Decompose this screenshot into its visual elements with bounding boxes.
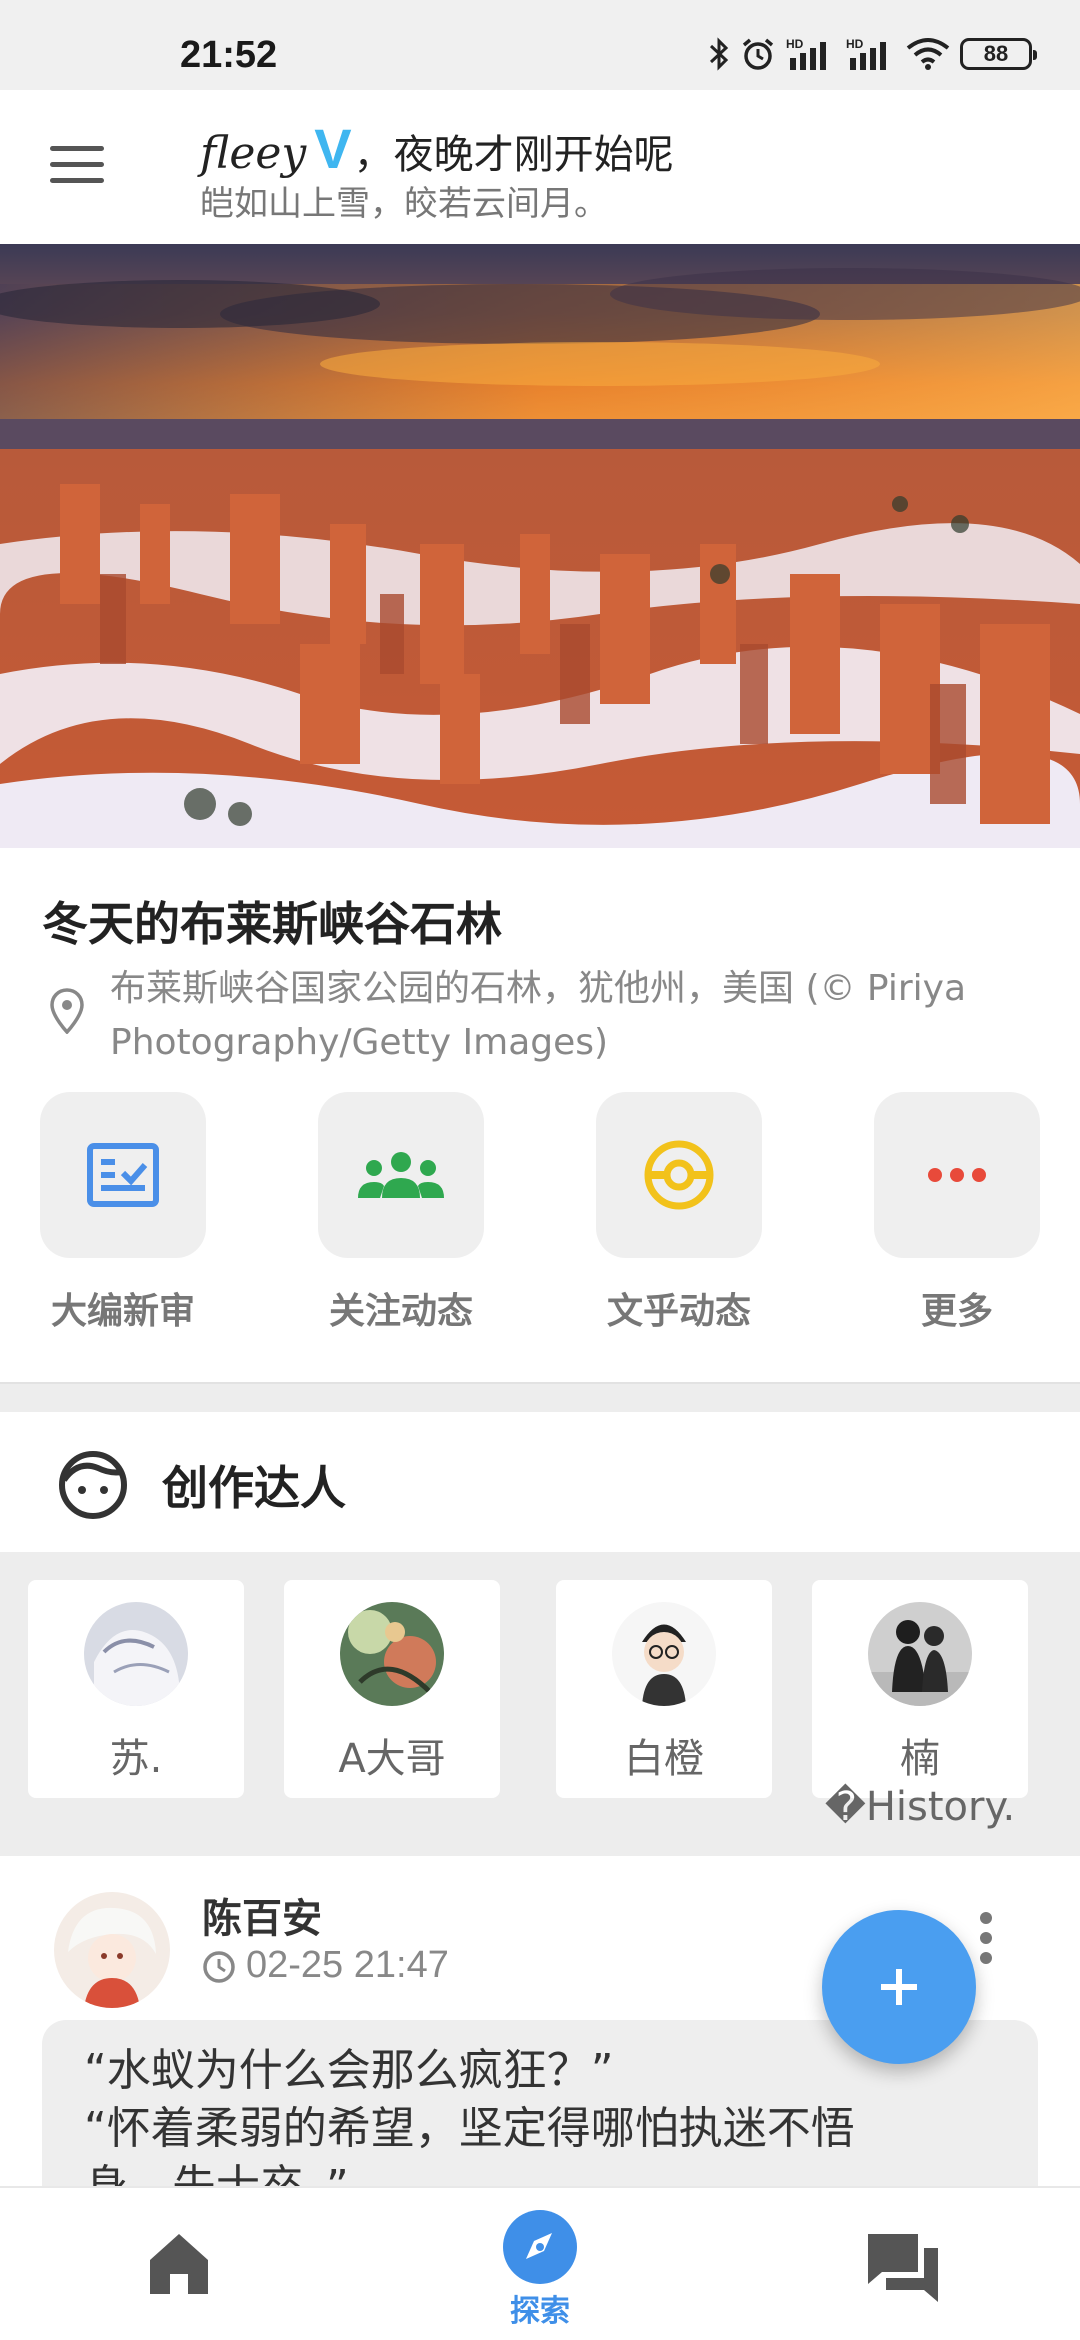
clock-icon bbox=[203, 1951, 235, 1983]
quick-action-label: 更多 bbox=[920, 1291, 993, 1332]
app-header: fleey V ，夜晚才刚开始呢 皑如山上雪，皎若云间月。 bbox=[0, 90, 1080, 244]
svg-text:HD: HD bbox=[846, 37, 864, 51]
quick-action-review[interactable]: 大编新审 bbox=[40, 1092, 206, 1334]
more-dots-icon bbox=[928, 1168, 986, 1182]
bottom-nav: 探索 bbox=[0, 2186, 1080, 2340]
add-post-button[interactable] bbox=[822, 1910, 976, 2064]
quick-action-label: 大编新审 bbox=[50, 1291, 195, 1332]
quick-action-tile[interactable] bbox=[874, 1092, 1040, 1258]
quick-action-wenhu[interactable]: 文乎动态 bbox=[596, 1092, 762, 1334]
hero-image[interactable] bbox=[0, 244, 1080, 848]
compass-icon bbox=[503, 2210, 577, 2284]
status-bar: 21:52 HD HD 88 bbox=[0, 0, 1080, 90]
svg-text:HD: HD bbox=[786, 37, 804, 51]
quick-action-label: 关注动态 bbox=[328, 1291, 473, 1332]
creators-section: 创作达人 苏. A大哥 白橙 楠�History. bbox=[0, 1412, 1080, 1830]
chat-icon bbox=[866, 2234, 938, 2302]
quick-action-tile[interactable] bbox=[318, 1092, 484, 1258]
quick-action-tile[interactable] bbox=[596, 1092, 762, 1258]
battery-icon: 88 bbox=[960, 38, 1037, 70]
nav-home[interactable] bbox=[144, 2228, 214, 2298]
greeting-text: ，夜晚才刚开始呢 bbox=[353, 132, 674, 178]
creators-list: 苏. A大哥 白橙 楠�History. bbox=[0, 1552, 1080, 1830]
creator-name: 苏. bbox=[109, 1736, 163, 1782]
hero-title: 冬天的布莱斯峡谷石林 bbox=[42, 897, 502, 951]
home-icon bbox=[150, 2234, 208, 2294]
quick-action-more[interactable]: 更多 bbox=[874, 1092, 1040, 1334]
post-author[interactable]: 陈百安 bbox=[202, 1886, 322, 1944]
motto: 皑如山上雪，皎若云间月。 bbox=[200, 184, 608, 224]
signal-hd-icon: HD bbox=[786, 37, 826, 70]
creator-name: 楠�History. bbox=[824, 1736, 1016, 1830]
screen: 21:52 HD HD 88 fleey V ，夜晚才刚开始呢 皑如山上雪，皎若… bbox=[0, 0, 1080, 2340]
group-icon bbox=[358, 1152, 444, 1198]
creators-title: 创作达人 bbox=[162, 1461, 346, 1515]
creator-card[interactable]: 白橙 bbox=[556, 1580, 772, 1798]
bluetooth-icon bbox=[709, 37, 729, 71]
avatar bbox=[84, 1602, 188, 1706]
quick-action-label: 文乎动态 bbox=[606, 1291, 751, 1332]
creators-header[interactable]: 创作达人 bbox=[0, 1412, 1080, 1552]
avatar bbox=[868, 1602, 972, 1706]
creator-name: 白橙 bbox=[624, 1736, 704, 1782]
featured-card: 冬天的布莱斯峡谷石林 布莱斯峡谷国家公园的石林，犹他州，美国 (© Piriya… bbox=[0, 848, 1080, 1384]
brand-name: fleey bbox=[200, 128, 307, 179]
more-options-icon[interactable] bbox=[978, 1912, 994, 1972]
avatar bbox=[612, 1602, 716, 1706]
battery-level: 88 bbox=[983, 41, 1009, 66]
quick-action-tile[interactable] bbox=[40, 1092, 206, 1258]
plus-icon bbox=[881, 1969, 917, 2005]
greeting: fleey V ，夜晚才刚开始呢 bbox=[200, 116, 674, 181]
pokeball-icon bbox=[644, 1140, 714, 1210]
menu-icon[interactable] bbox=[50, 146, 104, 186]
nav-explore-label: 探索 bbox=[510, 2294, 570, 2329]
avatar bbox=[340, 1602, 444, 1706]
nav-explore[interactable]: 探索 bbox=[500, 2210, 580, 2330]
quick-action-following[interactable]: 关注动态 bbox=[318, 1092, 484, 1334]
review-checklist-icon bbox=[87, 1143, 159, 1207]
post-line: “怀着柔弱的希望，坚定得哪怕执迷不悟 bbox=[84, 2103, 855, 2154]
signal-hd-icon: HD bbox=[846, 37, 886, 70]
face-icon bbox=[59, 1451, 127, 1519]
status-time: 21:52 bbox=[180, 34, 278, 76]
wifi-icon bbox=[906, 38, 950, 70]
creator-card[interactable]: 苏. bbox=[28, 1580, 244, 1798]
nav-messages[interactable] bbox=[862, 2228, 942, 2304]
status-icons: HD HD 88 bbox=[708, 34, 1037, 74]
creator-card[interactable]: A大哥 bbox=[284, 1580, 500, 1798]
creator-card[interactable]: 楠�History. bbox=[812, 1580, 1028, 1830]
vip-badge: V bbox=[314, 117, 352, 180]
creator-name: A大哥 bbox=[338, 1736, 446, 1782]
alarm-icon bbox=[742, 38, 774, 70]
hero-caption: 布莱斯峡谷国家公园的石林，犹他州，美国 (© Piriya Photograph… bbox=[110, 968, 967, 1063]
location-pin-icon bbox=[50, 988, 84, 1034]
avatar[interactable] bbox=[54, 1892, 170, 2008]
post-time: 02-25 21:47 bbox=[246, 1944, 449, 1986]
